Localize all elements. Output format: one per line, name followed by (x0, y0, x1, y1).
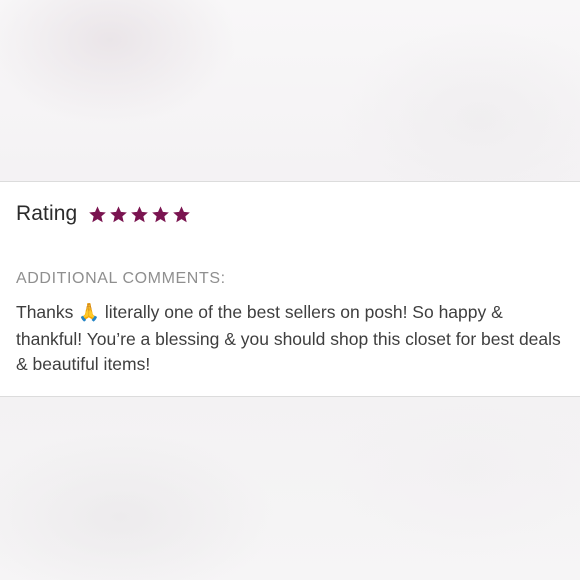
star-icon (110, 205, 128, 222)
review-card: Rating ADDITIONAL COMMENTS: Thanks 🙏 lit… (0, 181, 580, 397)
star-icon (152, 205, 170, 222)
rating-label: Rating (16, 202, 78, 225)
additional-comments-heading: ADDITIONAL COMMENTS: (16, 270, 226, 287)
rating-stars (88, 205, 191, 224)
star-icon (89, 205, 107, 222)
rating-row: Rating (16, 202, 191, 226)
comment-text: Thanks 🙏 literally one of the best selle… (16, 300, 571, 378)
comment-text-start: Thanks (16, 302, 79, 322)
background-image-top (0, 0, 580, 181)
star-icon (173, 205, 191, 222)
folded-hands-emoji-icon: 🙏 (78, 303, 101, 323)
star-icon (131, 205, 149, 222)
background-image-bottom (0, 397, 580, 580)
